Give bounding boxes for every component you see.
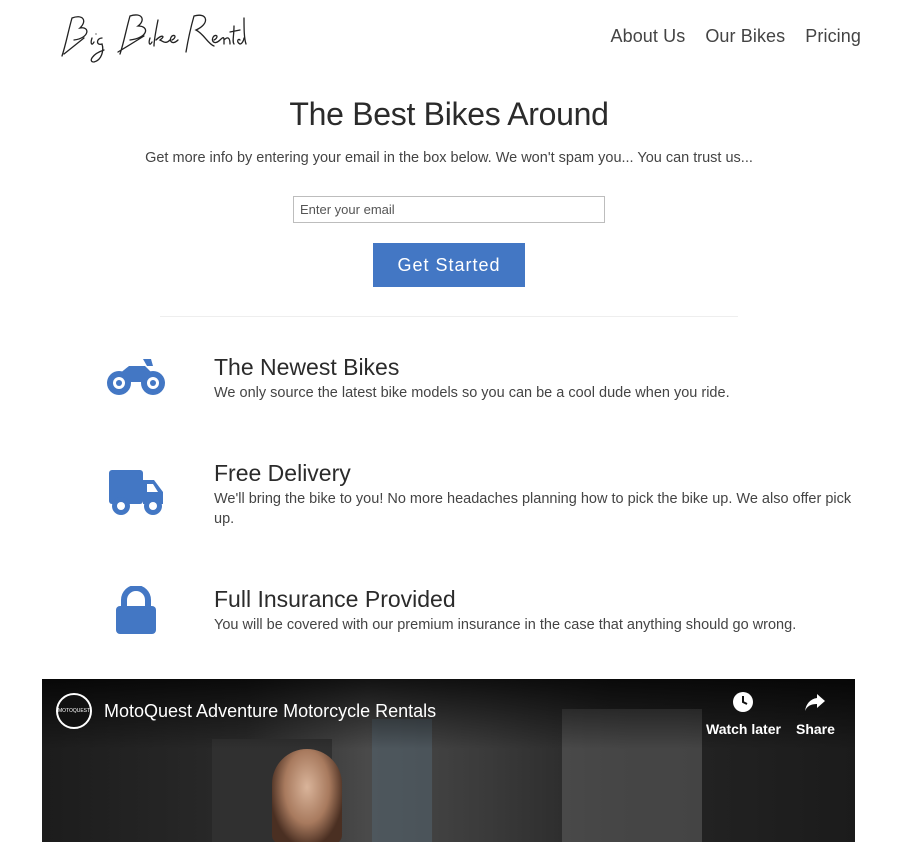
channel-badge-text: MOTOQUEST	[57, 708, 91, 714]
channel-avatar[interactable]: MOTOQUEST	[56, 693, 92, 729]
get-started-button[interactable]: Get Started	[373, 243, 525, 287]
brand-logo[interactable]	[58, 10, 248, 64]
video-title[interactable]: MotoQuest Adventure Motorcycle Rentals	[104, 701, 436, 722]
feature-text: We only source the latest bike models so…	[214, 385, 730, 401]
share-label: Share	[796, 721, 835, 737]
nav-link-our-bikes[interactable]: Our Bikes	[705, 26, 785, 47]
video-frame-person	[272, 749, 342, 842]
watch-later-label: Watch later	[706, 721, 781, 737]
section-divider	[160, 316, 738, 317]
watch-later-button[interactable]: Watch later	[706, 691, 781, 737]
hero-subtitle: Get more info by entering your email in …	[145, 150, 753, 166]
share-button[interactable]: Share	[796, 691, 835, 737]
feature-title: The Newest Bikes	[214, 354, 400, 380]
motorcycle-icon	[104, 356, 168, 396]
feature-title: Free Delivery	[214, 460, 351, 486]
main-nav: About Us Our Bikes Pricing	[610, 26, 861, 47]
feature-text: You will be covered with our premium ins…	[214, 617, 797, 633]
lock-icon	[104, 586, 168, 634]
email-input[interactable]	[293, 196, 605, 223]
nav-link-pricing[interactable]: Pricing	[805, 26, 861, 47]
clock-icon	[706, 691, 781, 717]
truck-icon	[104, 468, 168, 516]
nav-link-about-us[interactable]: About Us	[610, 26, 685, 47]
feature-text: We'll bring the bike to you! No more hea…	[214, 491, 852, 527]
hero-title: The Best Bikes Around	[289, 96, 609, 132]
video-embed[interactable]: MOTOQUEST MotoQuest Adventure Motorcycle…	[42, 679, 855, 842]
share-icon	[796, 691, 835, 717]
feature-title: Full Insurance Provided	[214, 586, 456, 612]
